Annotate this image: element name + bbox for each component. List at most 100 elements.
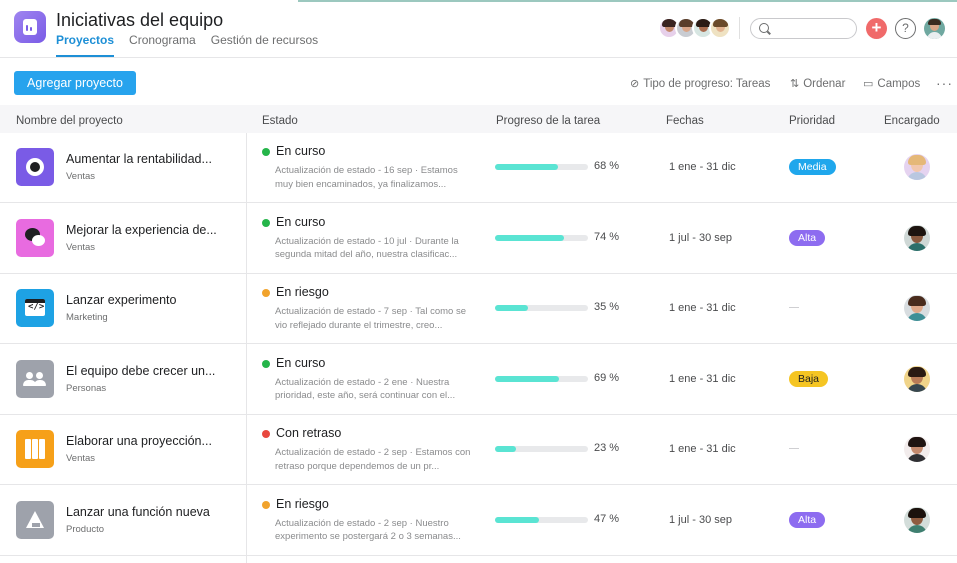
progress-percent: 47 % — [594, 512, 620, 525]
search-box[interactable] — [750, 18, 857, 39]
project-team: Marketing — [66, 312, 108, 323]
mountain-icon — [16, 500, 54, 539]
column-header[interactable]: Fechas — [666, 115, 704, 127]
add-project-button[interactable]: Agregar proyecto — [14, 71, 136, 95]
table-row[interactable]: Elaborar una proyección... Ventas Con retr… — [0, 415, 957, 485]
add-button[interactable]: + — [866, 18, 887, 39]
page-header: Iniciativas del equipo Proyectos Cronogr… — [0, 0, 957, 58]
map-icon — [16, 430, 54, 468]
project-team: Producto — [66, 523, 105, 535]
people-icon — [16, 359, 54, 398]
column-header[interactable]: Encargado — [884, 115, 940, 127]
target-icon — [16, 148, 54, 186]
column-header[interactable]: Prioridad — [789, 115, 835, 127]
status-label[interactable]: Con retraso — [276, 426, 341, 440]
tab-cronograma[interactable]: Cronograma — [129, 33, 196, 56]
check-circle-icon: ⊘ — [630, 78, 640, 90]
project-name[interactable]: Lanzar experimento — [66, 293, 176, 307]
member-avatars[interactable] — [658, 17, 731, 39]
date-range[interactable]: 1 ene - 31 dic — [669, 302, 736, 314]
status-dot — [262, 500, 270, 509]
progress-type-label: Tipo de progreso: Tareas — [643, 77, 771, 90]
progress-bar — [495, 234, 588, 241]
column-header[interactable]: Nombre del proyecto — [16, 115, 123, 127]
status-label[interactable]: En curso — [276, 356, 325, 370]
assignee-avatar[interactable] — [904, 154, 930, 180]
project-team: Ventas — [66, 453, 96, 464]
chat-icon — [16, 218, 54, 257]
table-row[interactable]: Mejorar la experiencia de... Ventas En cur… — [0, 204, 957, 274]
portfolio-icon — [14, 11, 46, 43]
progress-percent: 23 % — [594, 442, 620, 454]
priority-badge[interactable]: Baja — [789, 370, 829, 387]
more-options-button[interactable]: ··· — [936, 75, 953, 91]
progress-bar — [495, 305, 588, 311]
status-dot — [262, 359, 270, 368]
assignee-avatar[interactable] — [904, 224, 930, 251]
status-dot — [262, 430, 270, 438]
status-label[interactable]: En curso — [276, 215, 325, 229]
date-range[interactable]: 1 ene - 31 dic — [669, 373, 736, 385]
project-team: Personas — [66, 382, 107, 394]
search-icon — [759, 23, 769, 33]
priority-badge[interactable]: Alta — [789, 511, 826, 528]
assignee-avatar[interactable] — [904, 365, 930, 392]
progress-type-button[interactable]: ⊘ Tipo de progreso: Tareas — [630, 77, 771, 91]
table-row[interactable]: </> Lanzar experimento Marketing En riesgo A… — [0, 274, 957, 344]
assignee-avatar[interactable] — [904, 506, 930, 533]
progress-bar — [495, 164, 588, 170]
project-name[interactable]: Aumentar la rentabilidad... — [66, 152, 212, 166]
date-range[interactable]: 1 ene - 31 dic — [669, 161, 736, 173]
tab-proyectos[interactable]: Proyectos — [56, 33, 115, 57]
project-team: Ventas — [66, 241, 96, 253]
avatar[interactable] — [709, 17, 731, 39]
priority-badge[interactable]: Alta — [789, 229, 826, 246]
table-row[interactable]: El equipo debe crecer un... Personas En cu… — [0, 345, 957, 415]
user-avatar[interactable] — [924, 18, 945, 39]
progress-bar — [495, 375, 588, 382]
date-range[interactable]: 1 ene - 31 dic — [669, 443, 736, 455]
assignee-avatar[interactable] — [904, 436, 930, 462]
status-label[interactable]: En riesgo — [276, 497, 329, 511]
project-name[interactable]: Lanzar una función nueva — [66, 505, 210, 519]
fields-button[interactable]: ▭ Campos — [863, 77, 920, 91]
project-team: Ventas — [66, 171, 96, 182]
status-label[interactable]: En riesgo — [276, 285, 329, 299]
column-header[interactable]: Progreso de la tarea — [496, 115, 600, 127]
status-description: Actualización de estado - 2 ene · Nuestr… — [275, 376, 456, 402]
sort-button[interactable]: ⇅ Ordenar — [790, 77, 846, 91]
priority-empty[interactable] — [789, 307, 799, 308]
fields-icon: ▭ — [863, 78, 874, 90]
table-header: Nombre del proyecto Estado Progreso de l… — [0, 105, 957, 133]
project-name[interactable]: Elaborar una proyección... — [66, 434, 212, 448]
priority-badge[interactable]: Media — [789, 159, 836, 175]
project-name[interactable]: El equipo debe crecer un... — [66, 364, 215, 378]
status-description: Actualización de estado - 16 sep · Estam… — [275, 165, 458, 190]
status-label[interactable]: En curso — [276, 144, 325, 158]
column-header[interactable]: Estado — [262, 115, 298, 127]
date-range[interactable]: 1 jul - 30 sep — [669, 232, 732, 244]
help-button[interactable]: ? — [895, 18, 916, 39]
priority-empty[interactable] — [789, 448, 799, 449]
table-row[interactable]: Aumentar la rentabilidad... Ventas En curs… — [0, 133, 957, 203]
divider — [739, 17, 740, 39]
search-input[interactable] — [773, 20, 853, 37]
progress-percent: 68 % — [594, 160, 620, 172]
progress-percent: 69 % — [594, 371, 620, 384]
status-dot — [262, 218, 270, 227]
status-dot — [262, 148, 270, 156]
sort-label: Ordenar — [803, 77, 846, 90]
code-icon: </> — [16, 289, 54, 327]
status-dot — [262, 289, 270, 297]
date-range[interactable]: 1 jul - 30 sep — [669, 514, 732, 526]
page-title: Iniciativas del equipo — [56, 10, 224, 30]
progress-bar — [495, 516, 588, 523]
status-description: Actualización de estado - 7 sep · Tal co… — [275, 306, 466, 331]
tab-gestion-recursos[interactable]: Gestión de recursos — [211, 33, 318, 56]
assignee-avatar[interactable] — [904, 295, 930, 321]
table-row[interactable]: Lanzar una función nueva Producto En riesg… — [0, 486, 957, 556]
progress-percent: 35 % — [594, 301, 620, 313]
status-description: Actualización de estado - 10 jul · Duran… — [275, 235, 459, 261]
project-name[interactable]: Mejorar la experiencia de... — [66, 223, 217, 237]
status-description: Actualización de estado - 2 sep · Estamo… — [275, 447, 471, 472]
